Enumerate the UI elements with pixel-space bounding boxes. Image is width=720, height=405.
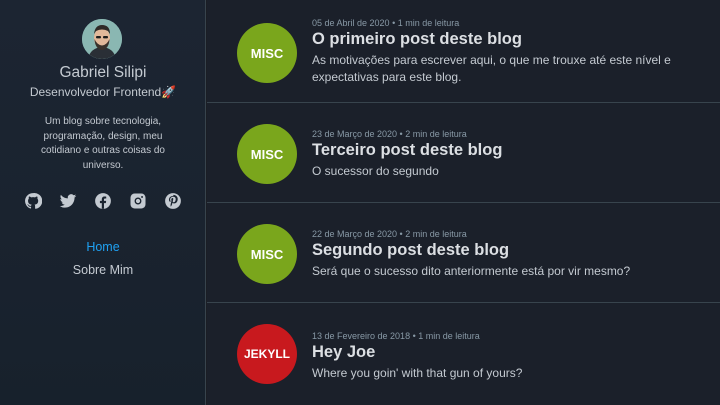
post-title[interactable]: Terceiro post deste blog [312,141,502,160]
post-item[interactable]: MISC 05 de Abril de 2020 • 1 min de leit… [207,0,720,103]
nav-about-link[interactable]: Sobre Mim [0,259,206,282]
category-badge[interactable]: MISC [237,224,297,284]
author-description: Um blog sobre tecnologia, programação, d… [41,116,165,171]
post-title[interactable]: Hey Joe [312,343,375,362]
author-role: Desenvolvedor Frontend🚀 [29,85,177,99]
category-badge[interactable]: MISC [237,23,297,83]
post-item[interactable]: MISC 23 de Março de 2020 • 2 min de leit… [207,104,720,203]
post-meta: 05 de Abril de 2020 • 1 min de leitura [312,18,460,28]
post-description: O sucessor do segundo [312,164,439,178]
post-item[interactable]: JEKYLL 13 de Fevereiro de 2018 • 1 min d… [207,304,720,403]
author-name: Gabriel Silipi [59,64,147,81]
post-description: Where you goin' with that gun of yours? [312,366,523,380]
twitter-icon[interactable] [59,192,77,210]
post-meta: 13 de Fevereiro de 2018 • 1 min de leitu… [312,331,480,341]
post-description: As motivações para escrever aqui, o que … [312,53,671,84]
post-item[interactable]: MISC 22 de Março de 2020 • 2 min de leit… [207,204,720,303]
post-title[interactable]: Segundo post deste blog [312,241,509,260]
post-list: MISC 05 de Abril de 2020 • 1 min de leit… [207,0,720,405]
sidebar: Gabriel Silipi Desenvolvedor Frontend🚀 U… [0,0,206,405]
avatar[interactable] [82,19,122,59]
category-badge[interactable]: JEKYLL [237,324,297,384]
post-description: Será que o sucesso dito anteriormente es… [312,264,631,278]
nav-home-link[interactable]: Home [0,236,206,259]
pinterest-icon[interactable] [164,192,182,210]
sidebar-nav: Home Sobre Mim [0,236,206,282]
post-meta: 23 de Março de 2020 • 2 min de leitura [312,129,467,139]
post-title[interactable]: O primeiro post deste blog [312,30,522,49]
instagram-icon[interactable] [129,192,147,210]
social-links [24,192,182,210]
post-meta: 22 de Março de 2020 • 2 min de leitura [312,229,467,239]
category-badge[interactable]: MISC [237,124,297,184]
facebook-icon[interactable] [94,192,112,210]
github-icon[interactable] [24,192,42,210]
